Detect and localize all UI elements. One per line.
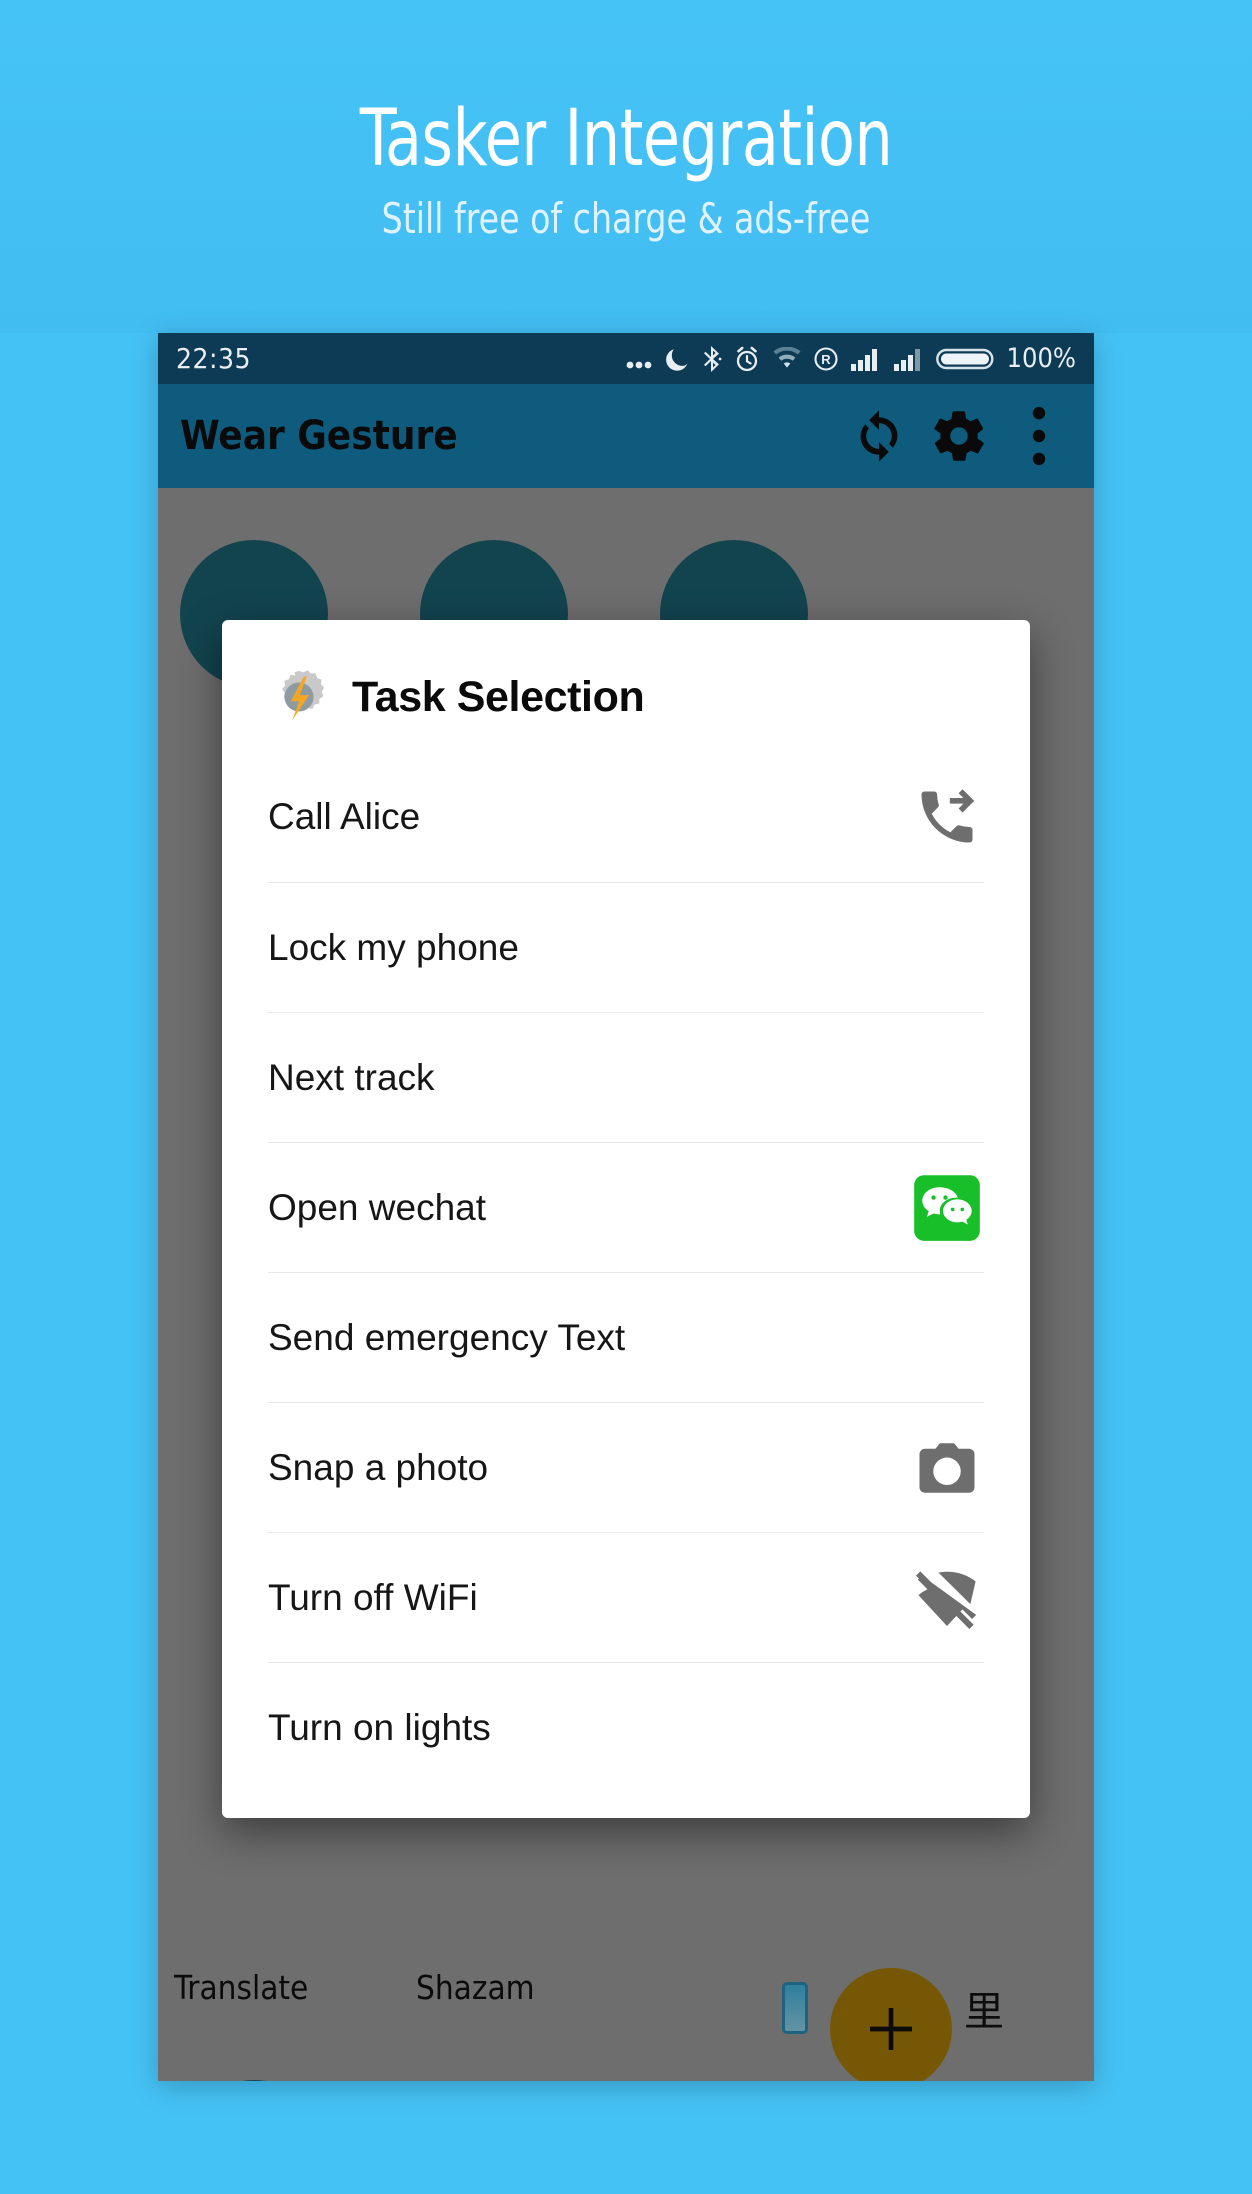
task-label: Open wechat <box>268 1186 487 1228</box>
wifi-icon <box>773 346 801 368</box>
camera-icon <box>910 1431 984 1505</box>
app-bar: Wear Gesture <box>158 384 1094 488</box>
signal-bars-secondary-icon <box>893 348 920 371</box>
task-row[interactable]: Call Alice <box>268 752 984 882</box>
task-row[interactable]: Next track <box>268 1012 984 1142</box>
task-row[interactable]: Turn off WiFi <box>268 1532 984 1662</box>
task-selection-dialog: Task Selection Call Alice Lock my phone … <box>222 620 1030 1818</box>
outgoing-call-icon <box>910 780 984 854</box>
gesture-label-shazam: Shazam <box>416 1968 535 2007</box>
overflow-menu-button[interactable] <box>1006 403 1072 469</box>
promo-title: Tasker Integration <box>359 94 893 184</box>
dialog-header: Task Selection <box>222 620 1030 752</box>
battery-percent-label: 100% <box>1006 343 1076 374</box>
promo-header: Tasker Integration Still free of charge … <box>0 0 1252 333</box>
task-row[interactable]: Open wechat <box>268 1142 984 1272</box>
tasker-gear-bolt-icon <box>282 670 325 721</box>
status-bar: 22:35 R 100% <box>158 333 1094 384</box>
task-icon-placeholder <box>910 1301 984 1375</box>
overflow-menu-icon <box>1032 406 1046 466</box>
gear-icon <box>934 411 984 461</box>
task-row[interactable]: Lock my phone <box>268 882 984 1012</box>
alarm-clock-icon <box>736 346 757 371</box>
task-icon-placeholder <box>910 1041 984 1115</box>
promo-subtitle: Still free of charge & ads-free <box>381 194 871 243</box>
wechat-icon <box>910 1171 984 1245</box>
task-label: Call Alice <box>268 796 421 837</box>
gesture-circle[interactable] <box>180 2080 328 2081</box>
wifi-off-icon <box>910 1561 984 1635</box>
dialog-bottom-padding <box>222 1792 1030 1818</box>
bluetooth-icon <box>703 345 721 372</box>
task-label: Next track <box>268 1056 435 1098</box>
dialog-title: Task Selection <box>352 672 645 721</box>
sync-button[interactable] <box>846 403 912 469</box>
status-bar-icons: R 100% <box>624 343 1076 374</box>
registered-r-icon: R <box>813 346 838 371</box>
task-row[interactable]: Turn on lights <box>268 1662 984 1792</box>
battery-full-icon <box>935 348 994 369</box>
task-icon-placeholder <box>910 1691 984 1765</box>
cjk-glyph-label: 里 <box>964 1989 1004 2035</box>
task-label: Lock my phone <box>268 926 519 968</box>
plus-icon <box>870 2008 912 2050</box>
svg-text:R: R <box>821 352 831 367</box>
task-icon-placeholder <box>910 911 984 985</box>
task-list: Call Alice Lock my phone Next track Open… <box>222 752 1030 1792</box>
task-label: Turn off WiFi <box>268 1576 478 1618</box>
task-label: Snap a photo <box>268 1446 489 1488</box>
task-row[interactable]: Snap a photo <box>268 1402 984 1532</box>
phone-device-icon <box>782 1982 808 2034</box>
phone-screenshot: 22:35 R 100% Wear Gesture Translate Shaz… <box>158 333 1094 2081</box>
add-fab-button[interactable] <box>830 1968 952 2081</box>
status-bar-clock: 22:35 <box>176 342 252 375</box>
more-ellipsis-icon <box>626 361 651 368</box>
do-not-disturb-moon-icon <box>665 348 687 371</box>
task-label: Send emergency Text <box>268 1316 626 1358</box>
task-row[interactable]: Send emergency Text <box>268 1272 984 1402</box>
sync-icon <box>860 410 898 462</box>
gesture-label-translate: Translate <box>174 1968 309 2007</box>
signal-bars-icon <box>850 348 877 371</box>
app-title: Wear Gesture <box>180 413 458 459</box>
settings-button[interactable] <box>926 403 992 469</box>
task-label: Turn on lights <box>268 1706 491 1748</box>
